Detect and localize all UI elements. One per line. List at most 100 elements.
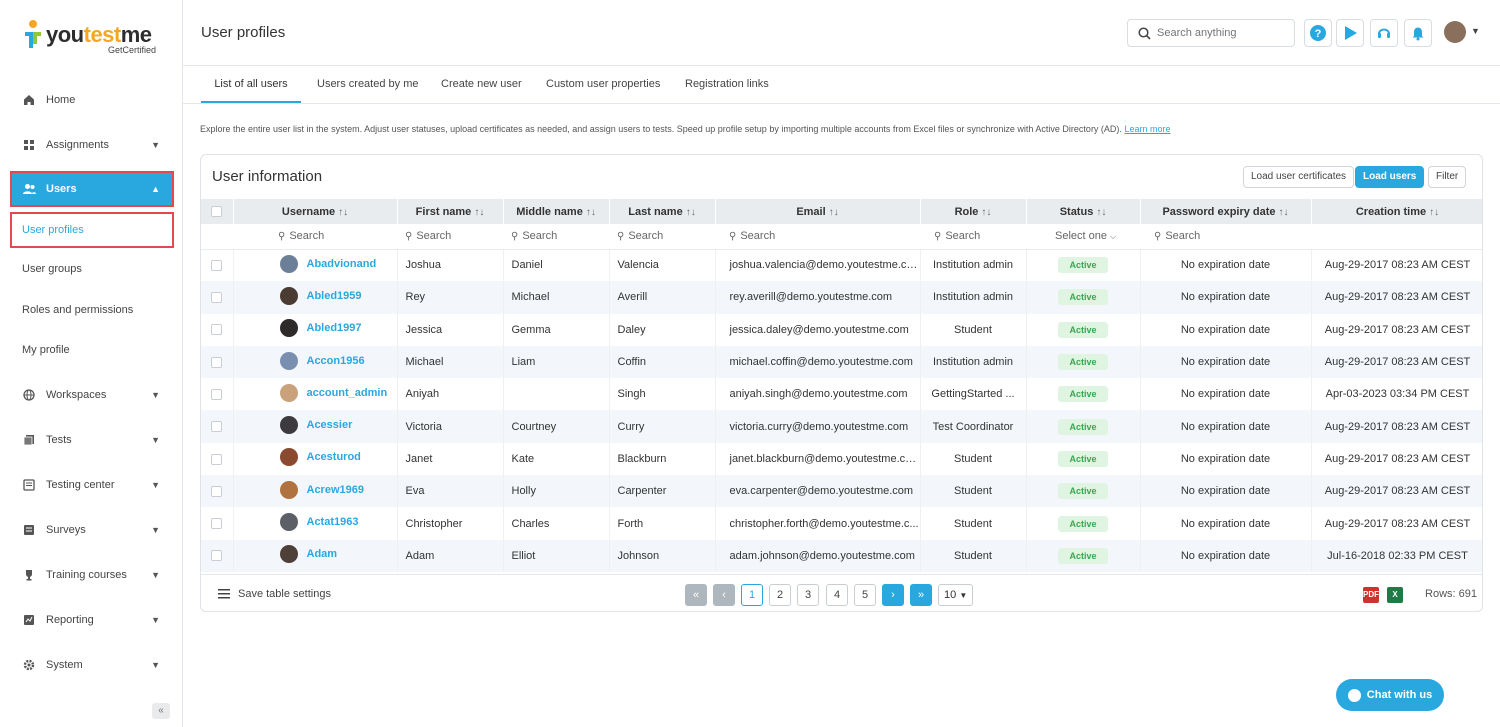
page-5-button[interactable]: 5 <box>854 584 876 606</box>
column-header-middle-name[interactable]: Middle name ↑↓ <box>503 199 610 224</box>
chat-with-us-button[interactable]: Chat with us <box>1336 679 1444 711</box>
table-row[interactable]: Acessier Victoria Courtney Curry victoria.cu… <box>201 410 1482 443</box>
notifications-button[interactable] <box>1404 19 1432 47</box>
sort-icon[interactable]: ↑↓ <box>1279 207 1289 218</box>
sort-icon[interactable]: ↑↓ <box>1429 207 1439 218</box>
sidebar-item-system[interactable]: System ▼ <box>12 649 172 681</box>
help-button[interactable]: ? <box>1304 19 1332 47</box>
page-4-button[interactable]: 4 <box>826 584 848 606</box>
username-link[interactable]: Abled1959 <box>279 286 362 305</box>
row-checkbox[interactable] <box>211 550 223 562</box>
sort-icon[interactable]: ↑↓ <box>1096 207 1106 218</box>
load-user-certificates-button[interactable]: Load user certificates <box>1243 166 1355 188</box>
page-size-select[interactable]: 10 ▼ <box>938 584 973 606</box>
username-link[interactable]: Acessier <box>279 416 352 435</box>
learn-more-link[interactable]: Learn more <box>1124 124 1170 134</box>
table-row[interactable]: Actat1963 Christopher Charles Forth christop… <box>201 507 1482 540</box>
last-page-button[interactable]: » <box>910 584 932 606</box>
table-row[interactable]: Adam Adam Elliot Johnson adam.johnson@demo.y… <box>201 539 1482 572</box>
middle-name-filter[interactable]: ⚲ Search <box>503 224 609 250</box>
sidebar-item-reporting[interactable]: Reporting ▼ <box>12 604 172 636</box>
username-link[interactable]: Adam <box>279 545 337 564</box>
username-link[interactable]: Actat1963 <box>279 513 358 532</box>
select-all-checkbox[interactable] <box>211 206 223 218</box>
chevron-down-icon[interactable]: ▼ <box>1471 26 1480 36</box>
sidebar-item-home[interactable]: Home <box>12 84 172 116</box>
tab-registration-links[interactable]: Registration links <box>685 66 769 103</box>
sort-icon[interactable]: ↑↓ <box>981 207 991 218</box>
column-header-email[interactable]: Email ↑↓ <box>715 199 921 224</box>
sidebar-subitem-user-profiles[interactable]: User profiles <box>10 212 174 248</box>
row-checkbox[interactable] <box>211 421 223 433</box>
sort-icon[interactable]: ↑↓ <box>686 207 696 218</box>
play-tutorial-button[interactable] <box>1336 19 1364 47</box>
expiry-filter[interactable]: ⚲ Search <box>1140 224 1311 250</box>
sidebar-subitem-roles-permissions[interactable]: Roles and permissions <box>12 294 172 326</box>
page-3-button[interactable]: 3 <box>797 584 819 606</box>
table-row[interactable]: Abled1959 Rey Michael Averill rey.averill@de… <box>201 281 1482 314</box>
table-row[interactable]: Abled1997 Jessica Gemma Daley jessica.daley@… <box>201 313 1482 346</box>
username-link[interactable]: account_admin <box>279 383 387 402</box>
tab-list-of-all-users[interactable]: List of all users <box>201 66 301 103</box>
table-row[interactable]: Abadvionand Joshua Daniel Valencia joshua.va… <box>201 249 1482 282</box>
username-link[interactable]: Acrew1969 <box>279 480 364 499</box>
table-row[interactable]: account_admin Aniyah Singh aniyah.singh@dem… <box>201 378 1482 411</box>
row-checkbox[interactable] <box>211 259 223 271</box>
table-row[interactable]: Acesturod Janet Kate Blackburn janet.blackbu… <box>201 442 1482 476</box>
save-table-settings-button[interactable]: Save table settings <box>218 588 331 600</box>
filter-button[interactable]: Filter <box>1428 166 1467 188</box>
username-link[interactable]: Accon1956 <box>279 351 365 370</box>
tab-users-created-by-me[interactable]: Users created by me <box>317 66 418 103</box>
column-header-last-name[interactable]: Last name ↑↓ <box>609 199 716 224</box>
sort-icon[interactable]: ↑↓ <box>474 207 484 218</box>
logo[interactable]: youtestme GetCertified <box>22 18 172 58</box>
role-filter[interactable]: ⚲ Search <box>920 224 1026 250</box>
username-link[interactable]: Acesturod <box>279 448 361 467</box>
row-checkbox[interactable] <box>211 388 223 400</box>
column-header-creation-time[interactable]: Creation time ↑↓ <box>1311 199 1482 224</box>
first-page-button[interactable]: « <box>685 584 707 606</box>
row-checkbox[interactable] <box>211 485 223 497</box>
page-2-button[interactable]: 2 <box>769 584 791 606</box>
sidebar-collapse-button[interactable]: « <box>152 703 170 719</box>
sidebar-subitem-my-profile[interactable]: My profile <box>12 334 172 366</box>
sort-icon[interactable]: ↑↓ <box>338 207 348 218</box>
table-row[interactable]: Accon1956 Michael Liam Coffin michael.coffin… <box>201 345 1482 379</box>
sidebar-item-surveys[interactable]: Surveys ▼ <box>12 514 172 546</box>
tab-custom-user-properties[interactable]: Custom user properties <box>546 66 660 103</box>
sidebar-item-assignments[interactable]: Assignments ▼ <box>12 129 172 161</box>
last-name-filter[interactable]: ⚲ Search <box>609 224 715 250</box>
sidebar-item-tests[interactable]: Tests ▼ <box>12 424 172 456</box>
row-checkbox[interactable] <box>211 453 223 465</box>
sidebar-item-users[interactable]: Users ▲ <box>10 171 174 207</box>
sidebar-subitem-user-groups[interactable]: User groups <box>12 253 172 285</box>
sidebar-item-training-courses[interactable]: Training courses ▼ <box>12 559 172 591</box>
column-header-password-expiry[interactable]: Password expiry date ↑↓ <box>1140 199 1312 224</box>
email-filter[interactable]: ⚲ Search <box>715 224 920 250</box>
page-1-button[interactable]: 1 <box>741 584 763 606</box>
tab-create-new-user[interactable]: Create new user <box>441 66 522 103</box>
row-checkbox[interactable] <box>211 356 223 368</box>
column-header-status[interactable]: Status ↑↓ <box>1026 199 1141 224</box>
username-filter[interactable]: ⚲ Search <box>233 224 397 250</box>
support-button[interactable] <box>1370 19 1398 47</box>
sidebar-item-testing-center[interactable]: Testing center ▼ <box>12 469 172 501</box>
next-page-button[interactable]: › <box>882 584 904 606</box>
load-users-button[interactable]: Load users <box>1355 166 1425 188</box>
username-link[interactable]: Abadvionand <box>279 254 376 273</box>
first-name-filter[interactable]: ⚲ Search <box>397 224 503 250</box>
prev-page-button[interactable]: ‹ <box>713 584 735 606</box>
sort-icon[interactable]: ↑↓ <box>829 207 839 218</box>
row-checkbox[interactable] <box>211 324 223 336</box>
sort-icon[interactable]: ↑↓ <box>586 207 596 218</box>
column-header-username[interactable]: Username ↑↓ <box>233 199 398 224</box>
export-pdf-icon[interactable]: PDF <box>1363 587 1379 603</box>
column-header-first-name[interactable]: First name ↑↓ <box>397 199 504 224</box>
search-input[interactable] <box>1157 27 1287 39</box>
table-row[interactable]: Acrew1969 Eva Holly Carpenter eva.carpenter@… <box>201 475 1482 508</box>
status-filter-select[interactable]: Select one ⌵ <box>1026 224 1140 250</box>
row-checkbox[interactable] <box>211 292 223 304</box>
sidebar-item-workspaces[interactable]: Workspaces ▼ <box>12 379 172 411</box>
user-avatar[interactable] <box>1444 21 1466 43</box>
username-link[interactable]: Abled1997 <box>279 319 362 338</box>
